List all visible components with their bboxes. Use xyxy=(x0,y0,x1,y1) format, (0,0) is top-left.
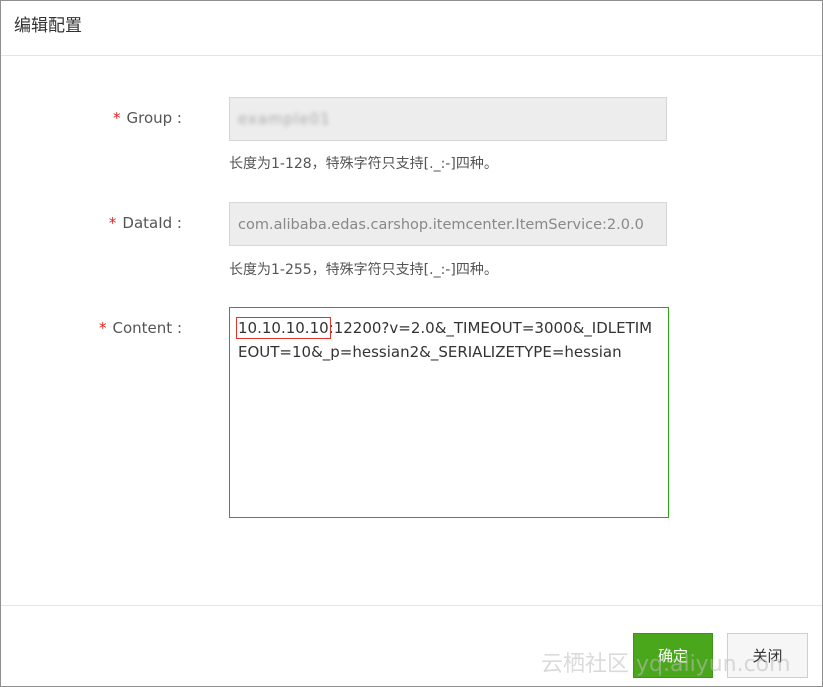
highlighted-ip: 10.10.10.10 xyxy=(236,317,331,339)
required-mark: * xyxy=(108,214,117,232)
footer-divider xyxy=(1,605,822,606)
required-mark: * xyxy=(99,319,107,337)
dataid-hint: 长度为1-255，特殊字符只支持[._:-]四种。 xyxy=(229,262,498,278)
edit-config-dialog: 编辑配置 * Group : example01 长度为1-128，特殊字符只支持… xyxy=(0,0,823,687)
group-label-text: Group : xyxy=(126,109,183,127)
dataid-value: com.alibaba.edas.carshop.itemcenter.Item… xyxy=(238,217,644,233)
dialog-title: 编辑配置 xyxy=(14,16,82,36)
confirm-button[interactable]: 确定 xyxy=(633,633,713,678)
dataid-input[interactable]: com.alibaba.edas.carshop.itemcenter.Item… xyxy=(229,202,667,246)
content-label: * Content : xyxy=(99,319,182,337)
dataid-label-text: DataId : xyxy=(122,214,182,232)
close-button[interactable]: 关闭 xyxy=(727,633,808,678)
required-mark: * xyxy=(113,109,121,127)
header-divider xyxy=(1,55,822,56)
group-value: example01 xyxy=(238,110,331,128)
group-hint: 长度为1-128，特殊字符只支持[._:-]四种。 xyxy=(229,156,498,172)
group-label: * Group : xyxy=(113,109,182,127)
group-input[interactable]: example01 xyxy=(229,97,667,141)
content-textarea[interactable]: 10.10.10.10:12200?v=2.0&_TIMEOUT=3000&_I… xyxy=(229,307,669,518)
dataid-label: * DataId : xyxy=(109,214,182,232)
content-label-text: Content : xyxy=(112,319,182,337)
